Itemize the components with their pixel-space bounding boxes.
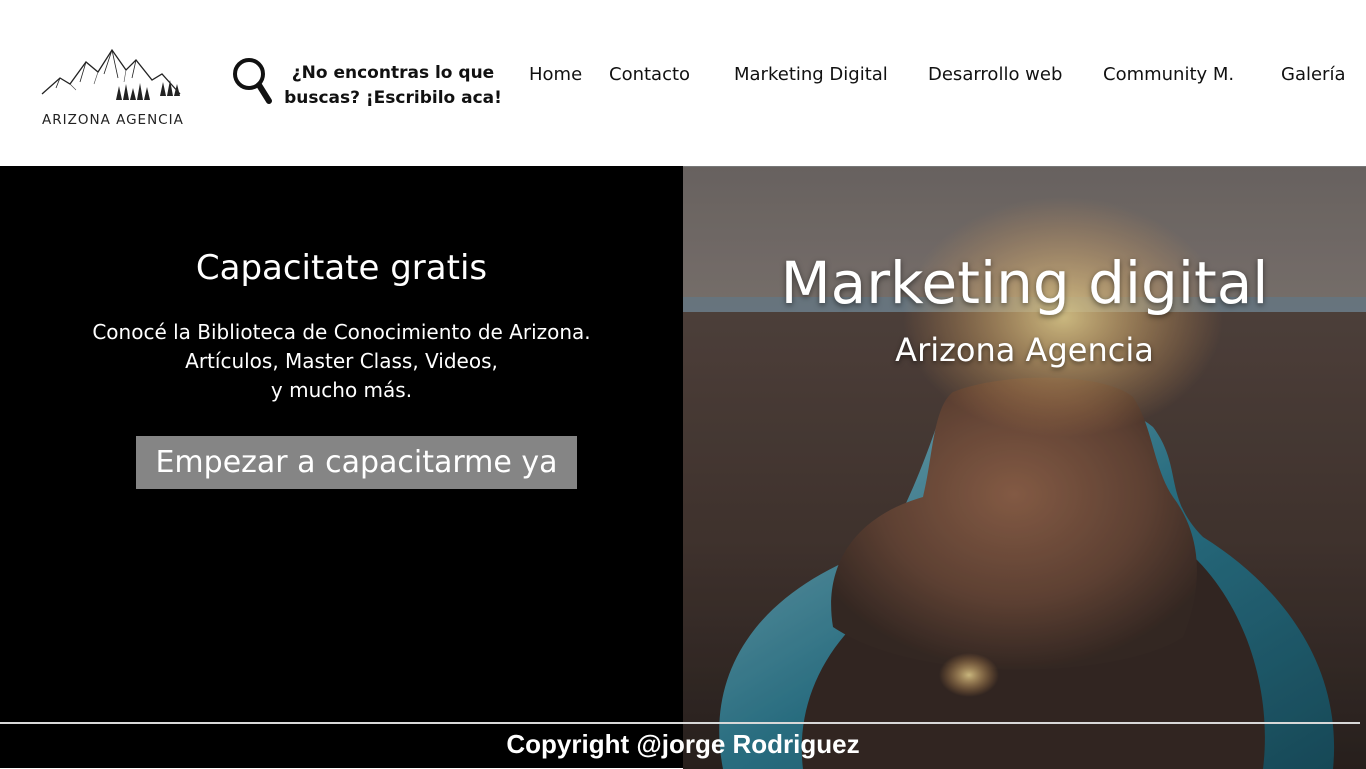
mountains-logo-icon	[41, 48, 181, 100]
nav-galeria[interactable]: Galería	[1281, 64, 1346, 85]
training-panel: Capacitate gratis Conocé la Biblioteca d…	[0, 166, 683, 768]
search-icon[interactable]	[232, 56, 274, 106]
hero-banner: Marketing digital Arizona Agencia	[683, 166, 1366, 769]
nav-contacto[interactable]: Contacto	[609, 64, 690, 85]
hero-subtitle: Arizona Agencia	[895, 331, 1154, 369]
nav-desarrollo-web[interactable]: Desarrollo web	[928, 64, 1062, 85]
logo[interactable]: ARIZONA AGENCIA	[38, 44, 192, 134]
logo-text: ARIZONA AGENCIA	[42, 112, 184, 128]
nav-home[interactable]: Home	[529, 64, 582, 85]
hero-title: Marketing digital	[780, 249, 1269, 317]
nav-community[interactable]: Community M.	[1103, 64, 1234, 85]
search-prompt[interactable]: ¿No encontras lo que buscas? ¡Escribilo …	[280, 61, 506, 111]
description-line: Conocé la Biblioteca de Conocimiento de …	[92, 320, 591, 344]
site-header: ARIZONA AGENCIA ¿No encontras lo que bus…	[0, 0, 1366, 166]
copyright-text: Copyright @jorge Rodriguez	[506, 729, 860, 759]
nav-marketing-digital[interactable]: Marketing Digital	[734, 64, 888, 85]
footer-divider	[0, 722, 1360, 724]
training-description: Conocé la Biblioteca de Conocimiento de …	[0, 318, 683, 405]
search-prompt-line1: ¿No encontras lo que	[291, 63, 495, 83]
search-prompt-line2: buscas? ¡Escribilo aca!	[284, 88, 502, 108]
start-training-button[interactable]: Empezar a capacitarme ya	[136, 436, 577, 489]
description-line: y mucho más.	[270, 378, 413, 402]
description-line: Artículos, Master Class, Videos,	[185, 349, 498, 373]
training-title: Capacitate gratis	[195, 248, 488, 288]
